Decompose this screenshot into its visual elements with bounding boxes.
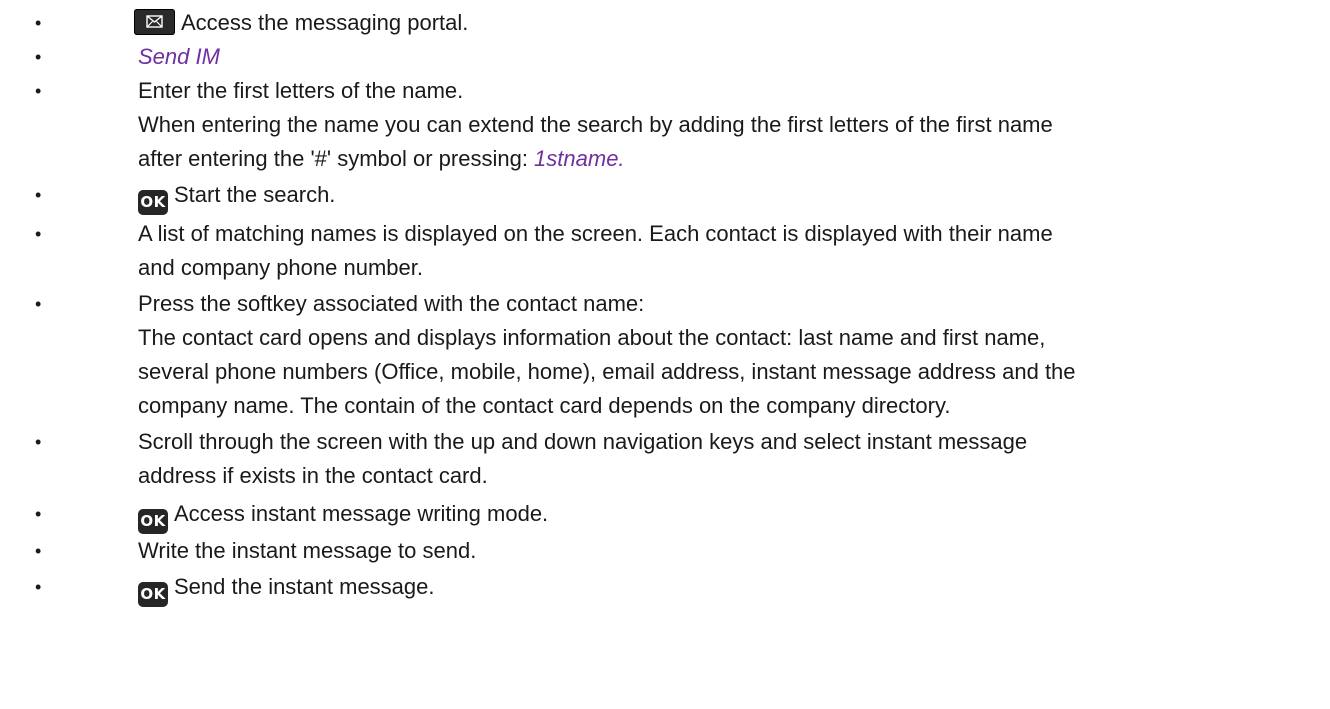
instruction-list: • Access the messaging portal. • Send IM…: [0, 0, 1330, 607]
item-text: Write the instant message to send.: [138, 538, 477, 563]
list-item: • Send IM: [0, 40, 1330, 74]
bullet: •: [35, 541, 42, 561]
item-text: Access instant message writing mode.: [174, 501, 549, 526]
list-item: • OK Access instant message writing mode.: [0, 497, 1330, 534]
item-text: The contact card opens and displays info…: [138, 325, 1046, 350]
item-text: company name. The contain of the contact…: [138, 393, 951, 418]
list-item: • Scroll through the screen with the up …: [0, 425, 1330, 493]
item-text: Scroll through the screen with the up an…: [138, 429, 1028, 454]
bullet: •: [35, 294, 42, 314]
item-text: Access the messaging portal.: [181, 10, 469, 35]
item-text: after entering the '#' symbol or pressin…: [138, 146, 535, 171]
item-text: Start the search.: [174, 182, 336, 207]
list-item: • Enter the first letters of the name. W…: [0, 74, 1330, 176]
bullet: •: [35, 81, 42, 101]
list-item: • OK Start the search.: [0, 178, 1330, 215]
bullet: •: [35, 185, 42, 205]
softkey-label: 1stname.: [534, 146, 625, 171]
list-item: • Press the softkey associated with the …: [0, 287, 1330, 423]
bullet: •: [35, 13, 42, 33]
ok-key-icon: OK: [138, 509, 168, 534]
softkey-label: Send IM: [138, 44, 220, 69]
item-text: Send the instant message.: [174, 574, 435, 599]
bullet: •: [35, 224, 42, 244]
item-text: and company phone number.: [138, 255, 423, 280]
item-text: address if exists in the contact card.: [138, 463, 488, 488]
item-text: Press the softkey associated with the co…: [138, 291, 645, 316]
bullet: •: [35, 432, 42, 452]
list-item: • Access the messaging portal.: [0, 6, 1330, 40]
list-item: • OK Send the instant message.: [0, 570, 1330, 607]
ok-key-icon: OK: [138, 190, 168, 215]
item-text: A list of matching names is displayed on…: [138, 221, 1053, 246]
item-text: Enter the first letters of the name.: [138, 78, 464, 103]
list-item: • A list of matching names is displayed …: [0, 217, 1330, 285]
item-text: When entering the name you can extend th…: [138, 112, 1053, 137]
bullet: •: [35, 47, 42, 67]
bullet: •: [35, 577, 42, 597]
ok-key-icon: OK: [138, 582, 168, 607]
list-item: • Write the instant message to send.: [0, 534, 1330, 568]
envelope-icon: [134, 9, 175, 35]
bullet: •: [35, 504, 42, 524]
item-text: several phone numbers (Office, mobile, h…: [138, 359, 1076, 384]
